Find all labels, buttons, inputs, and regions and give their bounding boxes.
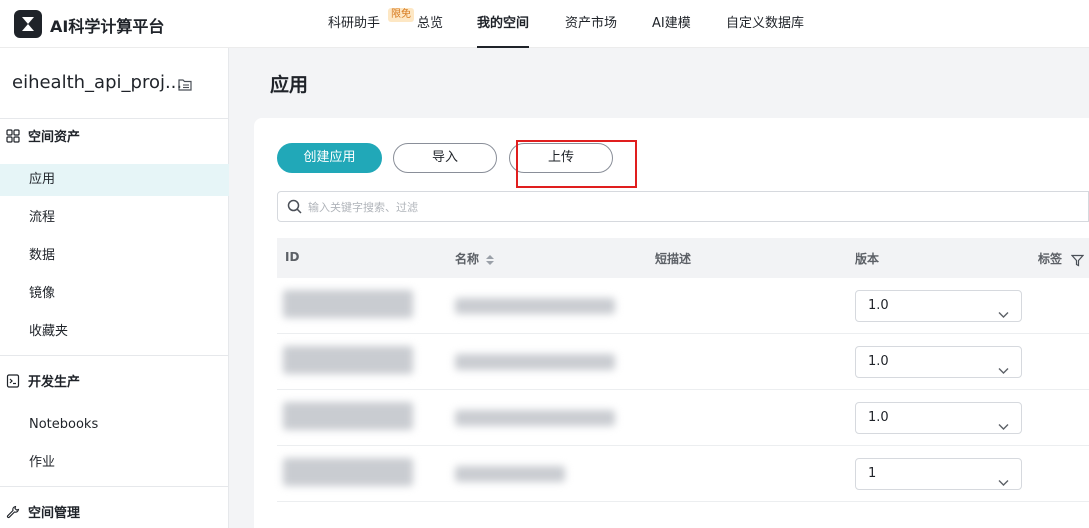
sidebar-item-favorites[interactable]: 收藏夹 [0, 316, 229, 348]
group-space-assets[interactable]: 空间资产 [6, 128, 80, 148]
sidebar-item-images[interactable]: 镜像 [0, 278, 229, 310]
sidebar-item-apps[interactable]: 应用 [0, 164, 229, 196]
sidebar: eihealth_api_proj... 空间资产 应用 流程 数据 镜像 收藏… [0, 48, 229, 528]
column-description: 短描述 [655, 252, 692, 266]
blurred-id [283, 458, 413, 486]
project-name[interactable]: eihealth_api_proj... [12, 72, 182, 93]
import-button[interactable]: 导入 [393, 143, 497, 173]
column-version: 版本 [855, 252, 880, 266]
nav-asset-market[interactable]: 资产市场 [565, 0, 617, 48]
nav-ai-modeling[interactable]: AI建模 [652, 0, 691, 48]
blurred-name [455, 466, 565, 482]
search-icon [287, 199, 302, 218]
chevron-down-icon [998, 357, 1009, 387]
chevron-down-icon [998, 469, 1009, 499]
chevron-down-icon [998, 413, 1009, 443]
version-value: 1 [868, 466, 877, 481]
column-name[interactable]: 名称 [455, 250, 479, 267]
chevron-down-icon [998, 301, 1009, 331]
version-select[interactable]: 1 [855, 458, 1022, 490]
version-select[interactable]: 1.0 [855, 402, 1022, 434]
group-dev-production[interactable]: 开发生产 [6, 373, 80, 393]
sort-icon[interactable] [485, 251, 495, 270]
create-app-button[interactable]: 创建应用 [277, 143, 382, 173]
filter-icon[interactable] [1070, 252, 1085, 271]
sidebar-item-notebooks[interactable]: Notebooks [0, 409, 229, 441]
brand-title: AI科学计算平台 [50, 17, 165, 36]
group-label: 空间资产 [28, 130, 81, 145]
blurred-name [455, 298, 615, 314]
search-input[interactable] [308, 197, 1008, 217]
upload-highlight-box [516, 140, 637, 188]
nav-overview[interactable]: 总览 [417, 0, 443, 48]
version-value: 1.0 [868, 354, 889, 369]
nav-research-assistant[interactable]: 科研助手 [328, 0, 380, 48]
blurred-name [455, 354, 615, 370]
sidebar-item-jobs[interactable]: 作业 [0, 447, 229, 479]
grid-icon [6, 129, 20, 143]
group-space-management[interactable]: 空间管理 [6, 504, 80, 524]
folder-switch-icon[interactable] [178, 76, 192, 95]
blurred-id [283, 290, 413, 318]
group-label: 开发生产 [28, 375, 81, 390]
blurred-name [455, 410, 615, 426]
app-logo-icon[interactable] [14, 10, 42, 38]
blurred-id [283, 346, 413, 374]
top-bar: AI科学计算平台 科研助手 限免 总览 我的空间 资产市场 AI建模 自定义数据… [0, 0, 1089, 48]
wrench-icon [6, 505, 20, 519]
version-select[interactable]: 1.0 [855, 290, 1022, 322]
divider [0, 118, 229, 119]
nav-custom-database[interactable]: 自定义数据库 [726, 0, 804, 48]
divider [0, 355, 229, 356]
sidebar-item-data[interactable]: 数据 [0, 240, 229, 272]
version-select[interactable]: 1.0 [855, 346, 1022, 378]
version-value: 1.0 [868, 410, 889, 425]
nav-my-space[interactable]: 我的空间 [477, 0, 530, 48]
sidebar-item-flows[interactable]: 流程 [0, 202, 229, 234]
page-title: 应用 [270, 74, 309, 96]
group-label: 空间管理 [28, 506, 81, 521]
blurred-id [283, 402, 413, 430]
column-id: ID [285, 250, 300, 264]
version-value: 1.0 [868, 298, 889, 313]
notebook-icon [6, 374, 20, 388]
free-badge: 限免 [388, 8, 414, 22]
divider [0, 486, 229, 487]
column-tags: 标签 [1038, 252, 1063, 266]
